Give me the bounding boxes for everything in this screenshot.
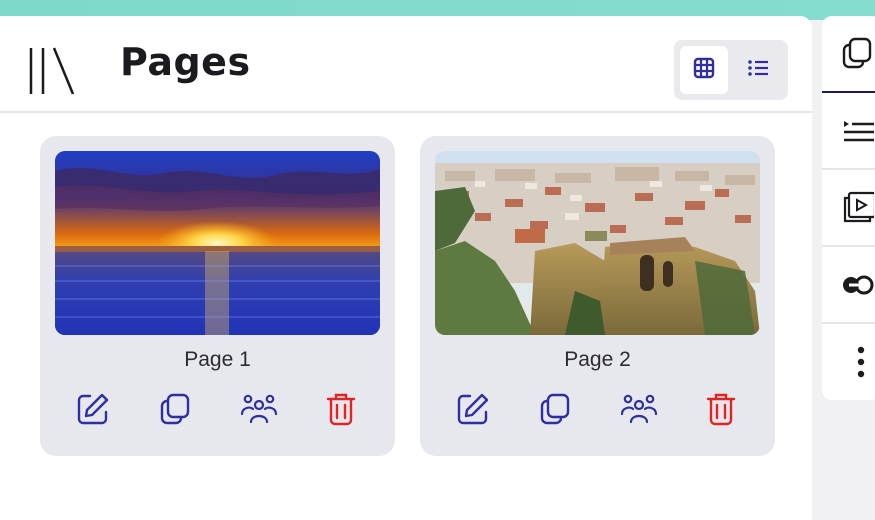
grid-icon [693,57,715,83]
edit-button[interactable] [451,389,495,433]
people-icon [240,392,278,430]
edit-icon [76,392,110,430]
copy-icon [538,392,572,430]
page-card[interactable]: Page 2 [420,136,775,456]
edit-icon [456,392,490,430]
list-view-button[interactable] [734,46,782,94]
side-toolbar [822,16,875,400]
page-card[interactable]: Page 1 [40,136,395,456]
copy-icon [158,392,192,430]
duplicate-button[interactable] [153,389,197,433]
duplicate-button[interactable] [533,389,577,433]
side-tab-outline[interactable] [822,93,875,170]
side-tab-pages[interactable] [822,16,875,93]
list-icon [747,57,769,83]
page-label: Page 1 [184,348,251,371]
page-thumbnail-town[interactable] [435,151,760,335]
pages-header: Pages [0,16,812,113]
page-title: Pages [120,40,251,84]
delete-button[interactable] [319,389,363,433]
page-actions [40,389,395,433]
collaborators-button[interactable] [237,389,281,433]
view-toggle [674,40,788,100]
delete-button[interactable] [699,389,743,433]
grid-view-button[interactable] [680,46,728,94]
side-tab-slideshow[interactable] [822,170,875,247]
side-more-button[interactable] [822,324,875,401]
people-icon [620,392,658,430]
side-tab-link[interactable] [822,247,875,324]
trash-icon [326,392,356,430]
collaborators-button[interactable] [617,389,661,433]
edit-button[interactable] [71,389,115,433]
page-actions [420,389,775,433]
library-icon[interactable] [27,44,77,98]
page-thumbnail-sunset[interactable] [55,151,380,335]
page-label: Page 2 [564,348,631,371]
trash-icon [706,392,736,430]
